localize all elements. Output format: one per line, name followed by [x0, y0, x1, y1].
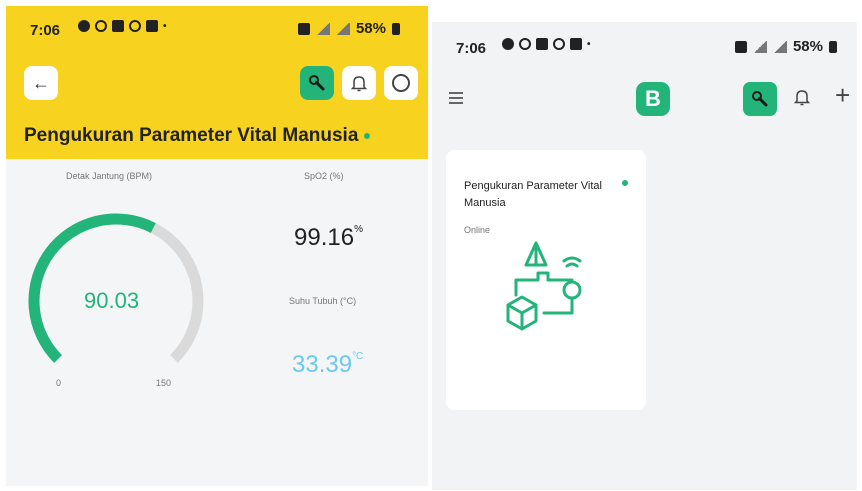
more-dot-icon: •	[163, 20, 167, 32]
bell-icon	[351, 76, 367, 92]
plus-icon: +	[835, 80, 851, 110]
youtube-icon	[112, 20, 124, 32]
notifications-button[interactable]	[793, 88, 811, 111]
heart-rate-value: 90.03	[84, 288, 140, 313]
notification-icon	[502, 38, 514, 50]
device-title: Pengukuran Parameter Vital Manusia	[24, 125, 359, 146]
body-temp-display: 33.39°C	[292, 351, 363, 379]
battery-icon	[829, 40, 837, 53]
battery-icon	[392, 22, 400, 35]
status-bar: 7:06 • 58%	[432, 22, 857, 66]
notifications-button[interactable]	[342, 66, 376, 100]
wifi-signal-icon	[315, 22, 330, 35]
gauge-min-label: 0	[56, 378, 62, 388]
alarm-icon	[297, 22, 310, 35]
heart-rate-label: Detak Jantung (BPM)	[66, 171, 153, 181]
youtube-icon	[570, 38, 582, 50]
wrench-icon	[752, 91, 768, 107]
youtube-icon	[146, 20, 158, 32]
cell-signal-icon	[335, 22, 350, 35]
developer-tools-button[interactable]	[743, 82, 777, 116]
device-card-title: Pengukuran Parameter Vital Manusia	[464, 180, 602, 209]
iot-device-illustration-icon	[506, 241, 582, 331]
bell-icon	[793, 90, 811, 106]
body-temp-label: Suhu Tubuh (°C)	[289, 296, 357, 306]
menu-icon[interactable]	[449, 92, 463, 107]
spo2-label: SpO2 (%)	[304, 171, 344, 181]
youtube-icon	[536, 38, 548, 50]
device-card-status: Online	[464, 225, 491, 235]
device-card[interactable]: Pengukuran Parameter Vital Manusia Onlin…	[446, 150, 646, 410]
app-logo: B	[636, 82, 670, 116]
notification-icon	[78, 20, 90, 32]
battery-percent: 58%	[792, 38, 823, 55]
cell-signal-icon	[772, 40, 787, 53]
gauge-max-label: 150	[156, 378, 172, 388]
online-status-dot	[622, 180, 628, 186]
status-bar: 7:06 • 58%	[6, 6, 428, 56]
dashboard-header: 7:06 • 58% ← Pengukuran Parameter Vital …	[6, 6, 428, 159]
wifi-signal-icon	[752, 40, 767, 53]
wrench-icon	[309, 75, 325, 91]
status-time: 7:06	[456, 40, 487, 57]
back-arrow-icon: ←	[32, 72, 50, 93]
spo2-display: 99.16%	[294, 224, 363, 252]
more-dot-icon: •	[587, 38, 591, 50]
battery-percent: 58%	[355, 20, 386, 37]
heart-rate-gauge	[28, 213, 204, 363]
spo2-unit: %	[354, 224, 363, 235]
options-button[interactable]	[384, 66, 418, 100]
alarm-icon	[734, 40, 747, 53]
left-screen-device-dashboard: 7:06 • 58% ← Pengukuran Parameter Vital …	[6, 6, 428, 486]
app-icon	[129, 20, 141, 32]
app-icon	[553, 38, 565, 50]
status-time: 7:06	[30, 22, 61, 39]
right-screen-device-list: 7:06 • 58% B + Pengukuran Parameter Vita…	[432, 22, 857, 490]
back-button[interactable]: ←	[24, 66, 58, 100]
developer-tools-button[interactable]	[300, 66, 334, 100]
circle-icon	[392, 74, 410, 92]
online-status-dot	[364, 133, 370, 139]
instagram-icon	[519, 38, 531, 50]
spo2-value: 99.16	[294, 224, 355, 251]
body-temp-value: 33.39	[292, 351, 353, 378]
instagram-icon	[95, 20, 107, 32]
body-temp-unit: °C	[352, 351, 364, 362]
add-device-button[interactable]: +	[835, 80, 850, 111]
